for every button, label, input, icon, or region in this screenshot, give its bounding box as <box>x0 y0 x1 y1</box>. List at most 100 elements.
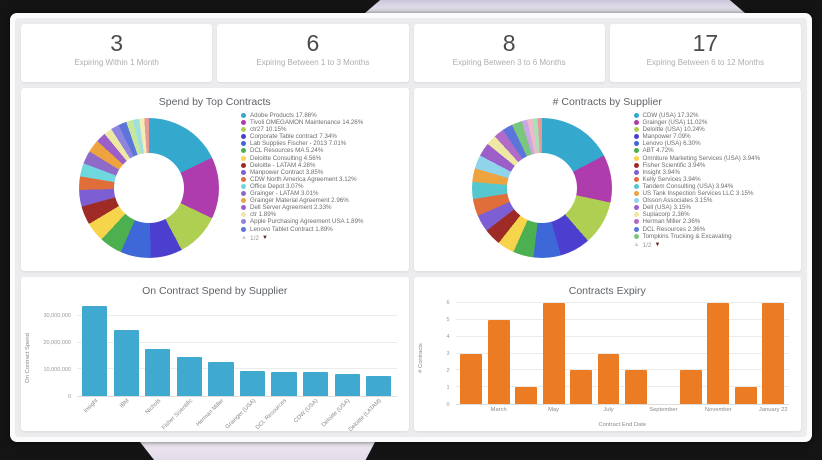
legend-item[interactable]: Tandem Consulting (USA) 3.94% <box>633 183 802 190</box>
legend-item[interactable]: Manpower 7.09% <box>633 133 802 140</box>
legend-item[interactable]: Olsson Associates 3.15% <box>633 197 802 204</box>
kpi-card-expiring-1-3-months[interactable]: 6 Expiring Between 1 to 3 Months <box>217 24 409 82</box>
y-tick-label: 2 <box>446 368 450 375</box>
legend-item[interactable]: ctr 1.89% <box>241 211 409 218</box>
bar-slot: Fisher Scientific <box>160 303 206 431</box>
bar-slot: Insight <box>79 303 111 414</box>
chart-card-contracts-by-supplier: # Contracts by Supplier CDW (USA) 17.32%… <box>413 88 802 271</box>
legend-item[interactable]: DCL Resources 2.36% <box>633 225 802 233</box>
bar[interactable] <box>515 387 538 404</box>
legend-label: Omniture Marketing Services (USA) 3.94% <box>642 154 761 162</box>
legend-page-down-icon[interactable]: ▼ <box>655 242 661 248</box>
legend-item[interactable]: Deloitte (USA) 10.24% <box>633 126 802 133</box>
bar[interactable] <box>542 303 565 404</box>
legend-item[interactable]: US Tank Inspection Services LLC 3.15% <box>633 190 802 198</box>
x-tick-label: July <box>603 407 614 413</box>
bar-slot: Deloitte (LATAM) <box>348 303 395 431</box>
kpi-label: Expiring Between 3 to 6 Months <box>452 58 566 68</box>
bar[interactable] <box>113 330 139 396</box>
monitor-stand <box>140 442 375 460</box>
y-tick-label: 5 <box>446 317 450 323</box>
x-tick-label: Deloitte (LATAM) <box>347 398 383 431</box>
legend-item[interactable]: Tompkins Trucking & Excavating <box>633 233 802 240</box>
legend-item[interactable]: Lab Supplies Fischer - 2013 7.01% <box>241 140 409 147</box>
kpi-card-expiring-1-month[interactable]: 3 Expiring Within 1 Month <box>21 24 213 82</box>
bar[interactable] <box>366 375 392 396</box>
legend-label: US Tank Inspection Services LLC 3.15% <box>642 190 754 198</box>
legend-dot-icon <box>241 219 246 225</box>
bar[interactable] <box>679 370 702 404</box>
legend-page-up-icon[interactable]: ▲ <box>241 235 247 241</box>
bar[interactable] <box>145 348 171 396</box>
legend-item[interactable]: Corporate Table contract 7.34% <box>241 133 409 140</box>
bar[interactable] <box>734 387 757 404</box>
bars: Insight IBM Nichols Fisher Scientific Herman… <box>77 303 397 431</box>
legend-dot-icon <box>633 205 639 211</box>
x-tick-label: IBM <box>119 398 131 410</box>
x-tick-label: CDW (USA) <box>293 398 320 425</box>
bar[interactable] <box>239 370 266 396</box>
bar[interactable] <box>302 372 329 396</box>
legend-page-down-icon[interactable]: ▼ <box>262 235 268 241</box>
kpi-card-expiring-6-12-months[interactable]: 17 Expiring Between 6 to 12 Months <box>609 24 801 82</box>
legend-item[interactable]: Dell Server Agreement 2.33% <box>241 204 409 211</box>
legend-page-up-icon[interactable]: ▲ <box>634 242 640 248</box>
bar[interactable] <box>707 303 730 404</box>
x-tick-label: November <box>704 407 732 413</box>
legend-item[interactable]: Office Depot 3.07% <box>241 183 409 190</box>
legend-label: Manpower Contract 3.85% <box>250 168 324 176</box>
legend-label: Corporate Table contract 7.34% <box>250 133 337 141</box>
x-tick-label: September <box>649 407 678 413</box>
legend-item[interactable]: ABT 4.72% <box>633 147 802 154</box>
legend-item[interactable]: Tivoli OMEGAMON Maintenance 14.26% <box>241 119 409 126</box>
bar-slot: Nichols <box>142 303 174 416</box>
legend-item[interactable]: ctr27 10.15% <box>241 126 409 133</box>
legend-item[interactable]: Adobe Products 17.86% <box>241 112 409 119</box>
legend-dot-icon <box>633 148 639 154</box>
legend-dot-icon <box>241 212 246 218</box>
legend-page-indicator: 1/2 <box>642 241 652 249</box>
bar[interactable] <box>597 353 620 404</box>
bar[interactable] <box>460 353 483 404</box>
kpi-card-expiring-3-6-months[interactable]: 8 Expiring Between 3 to 6 Months <box>413 24 605 82</box>
legend-dot-icon <box>241 162 246 168</box>
bar[interactable] <box>624 370 647 404</box>
legend-item[interactable]: CDW (USA) 17.32% <box>633 112 802 119</box>
legend-item[interactable]: Insight 3.94% <box>633 168 802 176</box>
bar[interactable] <box>762 303 785 404</box>
legend-dot-icon <box>241 134 246 140</box>
legend-item[interactable]: CDW North America Agreement 3.12% <box>241 176 409 183</box>
legend-item[interactable]: Grainger (USA) 11.02% <box>633 119 802 126</box>
bar[interactable] <box>334 374 360 396</box>
bar[interactable] <box>487 319 510 404</box>
bar[interactable] <box>208 361 234 396</box>
y-tick-label: 0 <box>446 402 450 408</box>
legend-item[interactable]: Dell (USA) 3.15% <box>633 204 802 211</box>
legend-dot-icon <box>241 113 246 118</box>
legend-item[interactable]: Manpower Contract 3.85% <box>241 169 409 176</box>
legend-item[interactable]: Suplacorp 2.36% <box>633 211 802 218</box>
legend-item[interactable]: Herman Miller 2.36% <box>633 218 802 225</box>
legend-item[interactable]: Deloitte Consulting 4.56% <box>241 155 409 162</box>
legend-label: DCL Resources 2.36% <box>642 225 706 233</box>
bar[interactable] <box>570 370 593 404</box>
legend-item[interactable]: Lenovo Tablet Contract 1.89% <box>241 226 409 233</box>
donut-chart-contracts-by-supplier[interactable] <box>471 118 612 258</box>
legend-item[interactable]: Deloitte - LATAM 4.28% <box>241 162 409 169</box>
legend-item[interactable]: Grainger Material Agreement 2.96% <box>241 197 409 204</box>
legend-item[interactable]: Omniture Marketing Services (USA) 3.94% <box>633 154 802 162</box>
legend-dot-icon <box>633 176 639 182</box>
legend-item[interactable]: Fisher Scientific 3.94% <box>633 162 802 169</box>
legend-item[interactable]: Lenovo (USA) 6.30% <box>633 140 802 147</box>
bar[interactable] <box>82 305 108 396</box>
donut-chart-spend-by-top-contracts[interactable] <box>79 118 219 258</box>
legend-label: Insight 3.94% <box>642 168 681 176</box>
legend-item[interactable]: DCL Resources MA 5.24% <box>241 147 409 154</box>
legend-item[interactable]: Apple Purchasing Agreement USA 1.89% <box>241 218 409 225</box>
bar-slot: CDW (USA) <box>294 303 332 424</box>
bar[interactable] <box>271 371 297 396</box>
bar[interactable] <box>176 357 203 396</box>
legend-item[interactable]: Kelly Services 3.94% <box>633 176 802 183</box>
legend-dot-icon <box>241 176 246 182</box>
legend-item[interactable]: Grainger - LATAM 3.01% <box>241 190 409 197</box>
